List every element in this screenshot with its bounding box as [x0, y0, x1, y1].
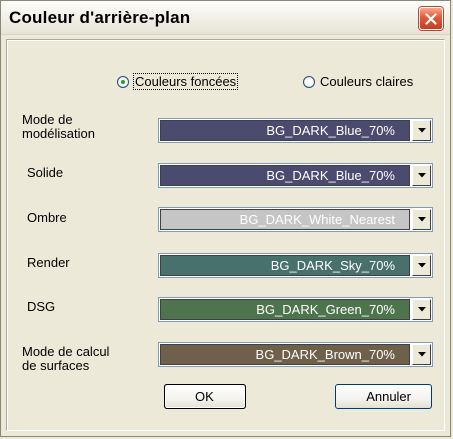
label-ombre: Ombre — [27, 210, 67, 225]
combo-value-solide: BG_DARK_Blue_70% — [160, 165, 410, 186]
label-modelisation: Mode de modélisation — [22, 112, 95, 141]
radio-label-light: Couleurs claires — [320, 74, 414, 89]
close-button[interactable] — [419, 7, 443, 30]
combo-value-calcul-surfaces: BG_DARK_Brown_70% — [160, 344, 410, 365]
chevron-down-icon — [417, 263, 426, 268]
dropdown-button[interactable] — [412, 120, 431, 141]
chevron-down-icon — [417, 307, 426, 312]
dropdown-button[interactable] — [412, 344, 431, 365]
label-dsg: DSG — [27, 299, 56, 314]
combo-modelisation[interactable]: BG_DARK_Blue_70% — [158, 118, 433, 143]
combo-value-ombre: BG_DARK_White_Nearest — [160, 209, 410, 230]
cancel-button[interactable]: Annuler — [335, 384, 432, 409]
label-render: Render — [27, 255, 70, 270]
chevron-down-icon — [417, 128, 426, 133]
label-calcul-surfaces: Mode de calcul de surfaces — [22, 344, 110, 373]
dropdown-button[interactable] — [412, 165, 431, 186]
window-title: Couleur d'arrière-plan — [9, 8, 191, 27]
dialog-window: Couleur d'arrière-plan Couleurs foncées … — [0, 0, 451, 437]
radio-dot-icon[interactable] — [303, 75, 315, 88]
close-icon — [425, 12, 437, 25]
radio-light-colors[interactable]: Couleurs claires — [303, 74, 413, 89]
label-solide: Solide — [27, 165, 64, 180]
dropdown-button[interactable] — [412, 255, 431, 276]
chevron-down-icon — [417, 173, 426, 178]
title-bar[interactable]: Couleur d'arrière-plan — [1, 1, 450, 35]
chevron-down-icon — [417, 352, 426, 357]
radio-dot-icon[interactable] — [117, 75, 129, 88]
radio-dark-colors[interactable]: Couleurs foncées — [117, 73, 239, 90]
combo-ombre[interactable]: BG_DARK_White_Nearest — [158, 207, 433, 232]
combo-value-modelisation: BG_DARK_Blue_70% — [160, 120, 410, 141]
combo-value-render: BG_DARK_Sky_70% — [160, 255, 410, 276]
combo-calcul-surfaces[interactable]: BG_DARK_Brown_70% — [158, 342, 433, 367]
ok-button[interactable]: OK — [164, 384, 246, 409]
radio-label-dark: Couleurs foncées — [132, 73, 239, 90]
combo-render[interactable]: BG_DARK_Sky_70% — [158, 253, 433, 278]
combo-dsg[interactable]: BG_DARK_Green_70% — [158, 297, 433, 322]
combo-value-dsg: BG_DARK_Green_70% — [160, 299, 410, 320]
dropdown-button[interactable] — [412, 209, 431, 230]
chevron-down-icon — [417, 217, 426, 222]
combo-solide[interactable]: BG_DARK_Blue_70% — [158, 163, 433, 188]
dropdown-button[interactable] — [412, 299, 431, 320]
